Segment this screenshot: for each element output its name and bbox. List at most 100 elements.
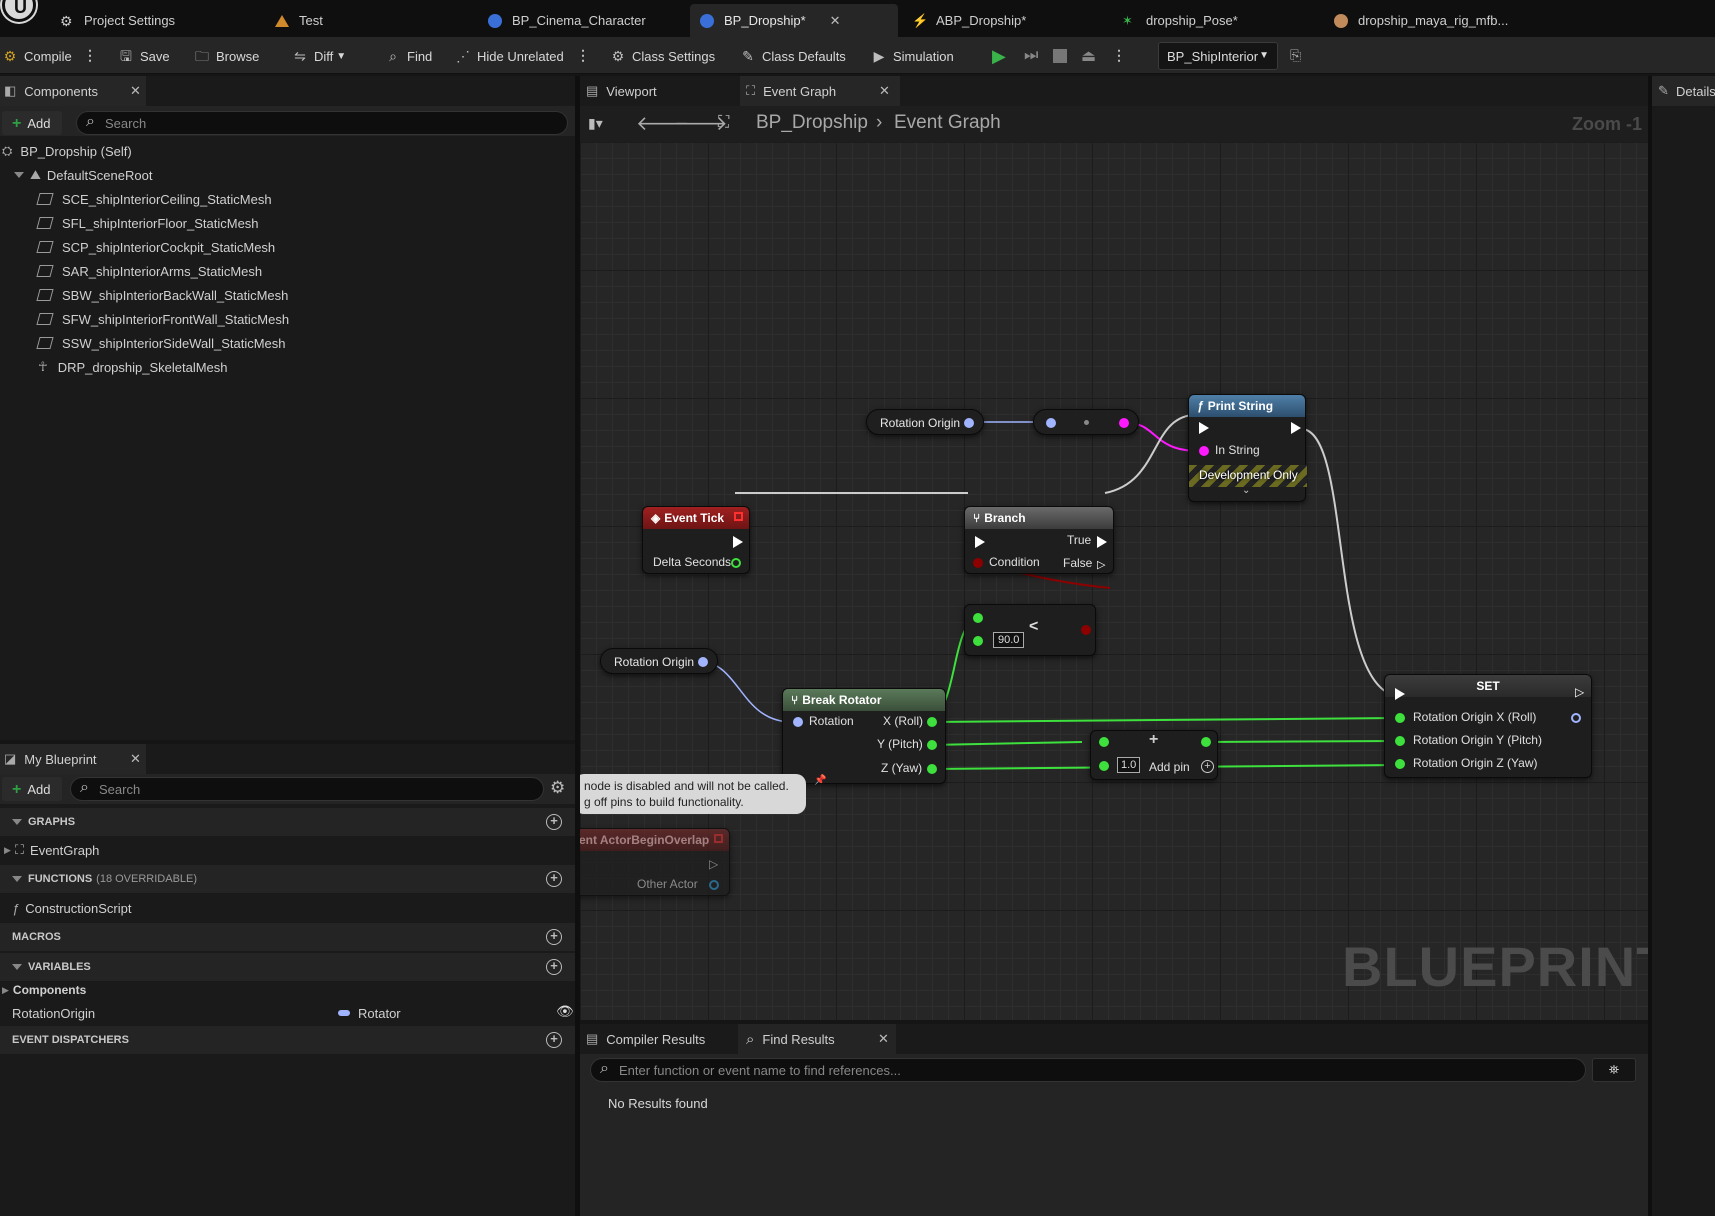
expand-icon[interactable] — [14, 172, 24, 178]
close-event-graph-icon[interactable]: ✕ — [879, 83, 890, 99]
in-string-pin[interactable] — [1199, 446, 1209, 456]
tree-item-component[interactable]: SBW_shipInteriorBackWall_StaticMesh — [36, 284, 288, 306]
play-options-icon[interactable]: ⋮ — [1112, 47, 1126, 64]
close-tab-icon[interactable]: ✕ — [830, 13, 841, 29]
close-find-results-icon[interactable]: ✕ — [878, 1031, 889, 1047]
find-button[interactable]: ⌕ Find — [385, 43, 432, 69]
variable-item-rotation-origin[interactable]: RotationOrigin — [12, 1002, 95, 1024]
x-roll-pin[interactable] — [927, 717, 937, 727]
hide-unrelated-button[interactable]: ⋰ Hide Unrelated — [455, 43, 564, 69]
add-function-icon[interactable]: + — [546, 871, 562, 887]
variable-category-components[interactable]: ▶ Components — [2, 979, 86, 1001]
node-get-rotation-origin[interactable]: Rotation Origin — [866, 409, 984, 435]
tab-dropship-pose[interactable]: ✶ dropship_Pose* — [1122, 4, 1238, 37]
exec-out-pin[interactable] — [733, 536, 743, 548]
simulation-button[interactable]: ▶ Simulation — [871, 43, 954, 69]
tree-item-component[interactable]: ☥ DRP_dropship_SkeletalMesh — [38, 356, 228, 378]
tree-item-component[interactable]: SCE_shipInteriorCeiling_StaticMesh — [36, 188, 272, 210]
node-event-tick[interactable]: ◈ Event Tick Delta Seconds — [642, 506, 750, 574]
save-button[interactable]: 🖫 Save — [118, 43, 170, 69]
hide-unrelated-options-icon[interactable]: ⋮ — [576, 47, 590, 64]
close-components-icon[interactable]: ✕ — [130, 83, 141, 99]
macros-section[interactable]: MACROS + — [0, 923, 575, 951]
graphs-section[interactable]: GRAPHS + — [0, 808, 575, 836]
tab-dropship-maya-rig[interactable]: dropship_maya_rig_mfb... — [1334, 4, 1508, 37]
tab-bp-cinema-character[interactable]: BP_Cinema_Character — [488, 4, 646, 37]
delta-seconds-pin[interactable] — [731, 558, 741, 568]
chevron-down-icon[interactable]: ⌄ — [1242, 485, 1250, 496]
variable-type[interactable]: Rotator — [338, 1002, 401, 1024]
tab-viewport[interactable]: ▤ Viewport — [586, 76, 657, 106]
step-icon[interactable]: ⏭ — [1024, 47, 1038, 65]
variables-section[interactable]: VARIABLES + — [0, 953, 575, 981]
add-out-pin[interactable] — [1201, 737, 1211, 747]
exec-out-pin[interactable]: ▷ — [709, 857, 718, 871]
add-member-button[interactable]: + Add — [2, 777, 62, 801]
rotator-pin[interactable] — [964, 418, 974, 428]
other-actor-pin[interactable] — [709, 880, 719, 890]
add-event-dispatcher-icon[interactable]: + — [546, 1032, 562, 1048]
tab-compiler-results[interactable]: ▤ Compiler Results — [586, 1024, 705, 1054]
y-pitch-pin[interactable] — [927, 740, 937, 750]
tree-item-self[interactable]: ⛭ BP_Dropship (Self) — [2, 140, 132, 162]
breadcrumb-leaf[interactable]: Event Graph — [894, 112, 1001, 134]
tab-abp-dropship[interactable]: ⚡ ABP_Dropship* — [912, 4, 1026, 37]
compare-value-input[interactable]: 90.0 — [993, 632, 1025, 648]
delegate-pin-icon[interactable] — [734, 512, 743, 521]
diff-button[interactable]: ⇋ Diff ▼ — [292, 43, 346, 69]
exec-in-pin[interactable] — [1199, 422, 1209, 434]
eject-icon[interactable]: ⏏ — [1081, 46, 1096, 66]
add-pin-icon[interactable]: + — [1201, 760, 1214, 773]
debug-filter-icon[interactable]: ⎘ — [1290, 47, 1301, 64]
node-add[interactable]: + 1.0 Add pin + — [1090, 730, 1218, 780]
visibility-eye-icon[interactable]: 👁 — [556, 1003, 574, 1020]
add-component-button[interactable]: + Add — [2, 111, 62, 135]
event-graph-canvas[interactable]: Rotation Origin ƒ Print String In String … — [580, 142, 1648, 1020]
tab-test[interactable]: Test — [275, 4, 323, 37]
tree-item-default-scene-root[interactable]: ⛰ DefaultSceneRoot — [14, 164, 152, 186]
z-yaw-pin[interactable] — [927, 764, 937, 774]
debug-object-dropdown[interactable]: BP_ShipInterior ▼ — [1158, 42, 1278, 70]
tree-item-component[interactable]: SAR_shipInteriorArms_StaticMesh — [36, 260, 262, 282]
rotator-pin[interactable] — [1046, 418, 1056, 428]
exec-out-pin[interactable] — [1291, 422, 1301, 434]
add-value-input[interactable]: 1.0 — [1117, 757, 1141, 773]
node-get-rotation-origin-2[interactable]: Rotation Origin — [600, 648, 718, 674]
float-a-pin[interactable] — [973, 613, 983, 623]
add-variable-icon[interactable]: + — [546, 959, 562, 975]
gear-icon[interactable]: ⚙ — [550, 778, 565, 798]
add-graph-icon[interactable]: + — [546, 814, 562, 830]
browse-button[interactable]: 🗀 Browse — [194, 43, 259, 69]
add-macro-icon[interactable]: + — [546, 929, 562, 945]
tree-item-component[interactable]: SCP_shipInteriorCockpit_StaticMesh — [36, 236, 275, 258]
float-b-pin[interactable] — [973, 636, 983, 646]
stop-icon[interactable] — [1053, 49, 1067, 63]
node-convert-to-string[interactable] — [1033, 409, 1139, 435]
set-y-pin[interactable] — [1395, 736, 1405, 746]
true-exec-pin[interactable] — [1097, 536, 1107, 548]
compile-options-icon[interactable]: ⋮ — [83, 47, 97, 64]
rotator-out-pin[interactable] — [1571, 713, 1581, 723]
breadcrumb-root[interactable]: BP_Dropship — [756, 112, 868, 134]
exec-in-pin[interactable] — [1395, 688, 1405, 700]
components-search-input[interactable]: Search — [76, 111, 568, 135]
add-b-pin[interactable] — [1099, 761, 1109, 771]
tab-bp-dropship[interactable]: BP_Dropship* ✕ — [690, 4, 898, 37]
exec-in-pin[interactable] — [975, 536, 985, 548]
tree-item-component[interactable]: SFL_shipInteriorFloor_StaticMesh — [36, 212, 259, 234]
unreal-logo[interactable] — [2, 0, 36, 22]
string-pin[interactable] — [1119, 418, 1129, 428]
add-a-pin[interactable] — [1099, 737, 1109, 747]
exec-out-pin[interactable]: ▷ — [1575, 685, 1584, 699]
condition-pin[interactable] — [973, 558, 983, 568]
set-x-pin[interactable] — [1395, 713, 1405, 723]
rotation-pin[interactable] — [793, 717, 803, 727]
node-break-rotator[interactable]: ⑂ Break Rotator Rotation X (Roll) Y (Pitc… — [782, 688, 946, 784]
node-set-rotation-origin[interactable]: SET ▷ Rotation Origin X (Roll) Rotation … — [1384, 674, 1592, 778]
play-icon[interactable]: ▶ — [992, 46, 1006, 67]
node-branch[interactable]: ⑂ Branch True Condition False ▷ — [964, 506, 1114, 574]
my-blueprint-search-input[interactable]: Search — [70, 777, 544, 801]
tree-item-component[interactable]: SFW_shipInteriorFrontWall_StaticMesh — [36, 308, 289, 330]
bookmark-icon[interactable]: ▮▾ — [588, 115, 603, 132]
close-my-blueprint-icon[interactable]: ✕ — [130, 751, 141, 767]
